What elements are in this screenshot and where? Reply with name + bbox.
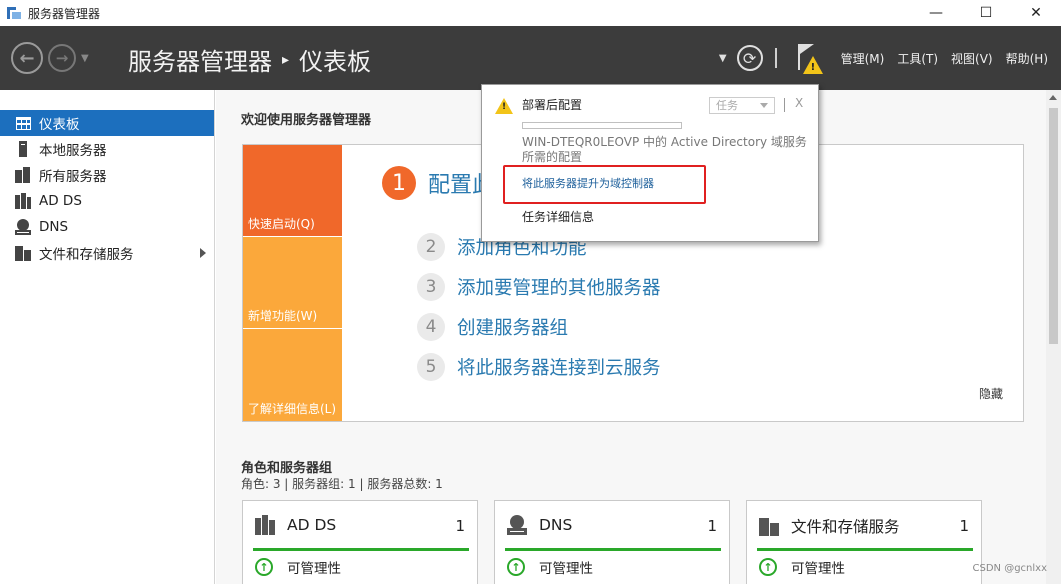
- tile-whats-new[interactable]: 新增功能(W): [243, 237, 342, 328]
- header-divider: [774, 48, 777, 68]
- step-number: 5: [417, 353, 445, 381]
- sidebar-item-all-servers[interactable]: 所有服务器: [0, 162, 214, 188]
- sidebar-item-adds[interactable]: AD DS: [0, 188, 214, 214]
- window-title: 服务器管理器: [28, 6, 101, 21]
- file-storage-icon: [759, 516, 779, 536]
- welcome-title: 欢迎使用服务器管理器: [241, 113, 372, 128]
- role-card-count: 1: [455, 517, 465, 535]
- role-status-label[interactable]: 可管理性: [539, 557, 593, 577]
- file-storage-icon: [15, 245, 31, 261]
- dns-icon: [507, 515, 527, 535]
- step-connect-cloud[interactable]: 5 将此服务器连接到云服务: [417, 353, 661, 381]
- sidebar-item-label: 仪表板: [39, 117, 80, 133]
- adds-icon: [255, 515, 275, 535]
- adds-icon: [15, 193, 31, 209]
- step-number: 1: [382, 166, 416, 200]
- up-arrow-ok-icon: ↑: [255, 558, 273, 576]
- sidebar-item-label: 文件和存储服务: [39, 247, 134, 263]
- header-bar: ← → ▼ 服务器管理器 ▸ 仪表板 ▼ ⟳ ! 管理(M) 工具(T) 视图(…: [0, 26, 1061, 90]
- hide-link[interactable]: 隐藏: [979, 385, 1003, 402]
- watermark: CSDN @gcnlxx: [972, 563, 1048, 574]
- menu-help[interactable]: 帮助(H): [1006, 50, 1048, 67]
- role-status-label[interactable]: 可管理性: [791, 557, 845, 577]
- menu-view[interactable]: 视图(V): [951, 50, 993, 67]
- scroll-up-icon[interactable]: [1049, 95, 1057, 100]
- sidebar: 仪表板 本地服务器 所有服务器 AD DS DNS 文件和存储服务: [0, 90, 215, 584]
- role-card-adds[interactable]: AD DS 1 ↑ 可管理性: [242, 500, 478, 584]
- sidebar-item-label: AD DS: [39, 193, 82, 209]
- role-status-label[interactable]: 可管理性: [287, 557, 341, 577]
- history-dropdown-icon[interactable]: ▼: [81, 53, 89, 64]
- window-title-bar: 服务器管理器 — ☐ ✕: [0, 0, 1061, 26]
- notification-popup: ! 部署后配置 任务 X WIN-DTEQR0LEOVP 中的 Active D…: [481, 84, 819, 242]
- close-button[interactable]: ✕: [1011, 0, 1061, 26]
- notification-flag-icon[interactable]: !: [795, 40, 823, 76]
- back-arrow-icon: ←: [19, 47, 35, 69]
- refresh-dropdown-icon[interactable]: ▼: [719, 53, 727, 64]
- progress-bar: [522, 122, 682, 129]
- task-details-link[interactable]: 任务详细信息: [522, 208, 594, 225]
- task-dropdown-button[interactable]: 任务: [709, 97, 775, 114]
- breadcrumb: 服务器管理器 ▸ 仪表板: [128, 42, 371, 77]
- breadcrumb-separator-icon: ▸: [282, 51, 290, 68]
- popup-divider: [784, 98, 785, 112]
- all-servers-icon: [15, 167, 31, 183]
- up-arrow-ok-icon: ↑: [507, 558, 525, 576]
- chevron-down-icon: [760, 103, 768, 108]
- notification-title: 部署后配置: [522, 98, 583, 112]
- role-card-count: 1: [959, 517, 969, 535]
- roles-section-title: 角色和服务器组: [241, 461, 333, 476]
- sidebar-item-dns[interactable]: DNS: [0, 214, 214, 240]
- role-status-bar: [757, 548, 973, 551]
- close-notification-button[interactable]: X: [795, 96, 803, 110]
- vertical-scrollbar[interactable]: [1046, 90, 1061, 584]
- step-label: 添加要管理的其他服务器: [457, 278, 661, 299]
- scroll-thumb[interactable]: [1049, 108, 1058, 344]
- step-number: 4: [417, 313, 445, 341]
- menu-tools[interactable]: 工具(T): [897, 50, 938, 67]
- up-arrow-ok-icon: ↑: [759, 558, 777, 576]
- tile-quick-start[interactable]: 快速启动(Q): [243, 145, 342, 236]
- step-number: 3: [417, 273, 445, 301]
- sidebar-item-local-server[interactable]: 本地服务器: [0, 136, 214, 162]
- breadcrumb-root[interactable]: 服务器管理器: [128, 42, 272, 77]
- forward-arrow-icon: →: [55, 49, 69, 67]
- step-create-group[interactable]: 4 创建服务器组: [417, 313, 568, 341]
- role-card-dns[interactable]: DNS 1 ↑ 可管理性: [494, 500, 730, 584]
- maximize-button[interactable]: ☐: [961, 0, 1011, 26]
- role-status-bar: [253, 548, 469, 551]
- dashboard-icon: [15, 115, 31, 131]
- sidebar-item-label: DNS: [39, 219, 69, 235]
- local-server-icon: [15, 141, 31, 157]
- back-button[interactable]: ←: [11, 42, 43, 74]
- step-label: 将此服务器连接到云服务: [457, 358, 661, 379]
- sidebar-item-label: 所有服务器: [39, 169, 107, 185]
- step-label: 创建服务器组: [457, 318, 569, 339]
- sidebar-item-dashboard[interactable]: 仪表板: [0, 110, 214, 136]
- menu-manage[interactable]: 管理(M): [841, 50, 885, 67]
- forward-button[interactable]: →: [48, 44, 76, 72]
- expand-arrow-icon[interactable]: [200, 248, 206, 258]
- minimize-button[interactable]: —: [911, 0, 961, 26]
- role-card-count: 1: [707, 517, 717, 535]
- role-card-title: 文件和存储服务: [791, 518, 900, 536]
- role-card-title: DNS: [539, 516, 573, 534]
- tile-learn-more[interactable]: 了解详细信息(L): [243, 329, 342, 421]
- breadcrumb-current: 仪表板: [299, 48, 372, 76]
- role-card-title: AD DS: [287, 516, 337, 534]
- sidebar-item-label: 本地服务器: [39, 143, 107, 159]
- dns-icon: [15, 219, 31, 235]
- role-status-bar: [505, 548, 721, 551]
- highlight-box: [503, 165, 706, 204]
- sidebar-item-file-storage[interactable]: 文件和存储服务: [0, 240, 214, 266]
- refresh-icon[interactable]: ⟳: [736, 45, 763, 71]
- role-card-file-storage[interactable]: 文件和存储服务 1 ↑ 可管理性: [746, 500, 982, 584]
- roles-summary: 角色: 3 | 服务器组: 1 | 服务器总数: 1: [241, 477, 443, 491]
- server-manager-app-icon: [7, 7, 21, 19]
- step-number: 2: [417, 233, 445, 261]
- notification-description: WIN-DTEQR0LEOVP 中的 Active Directory 域服务所…: [522, 135, 807, 164]
- step-add-servers[interactable]: 3 添加要管理的其他服务器: [417, 273, 661, 301]
